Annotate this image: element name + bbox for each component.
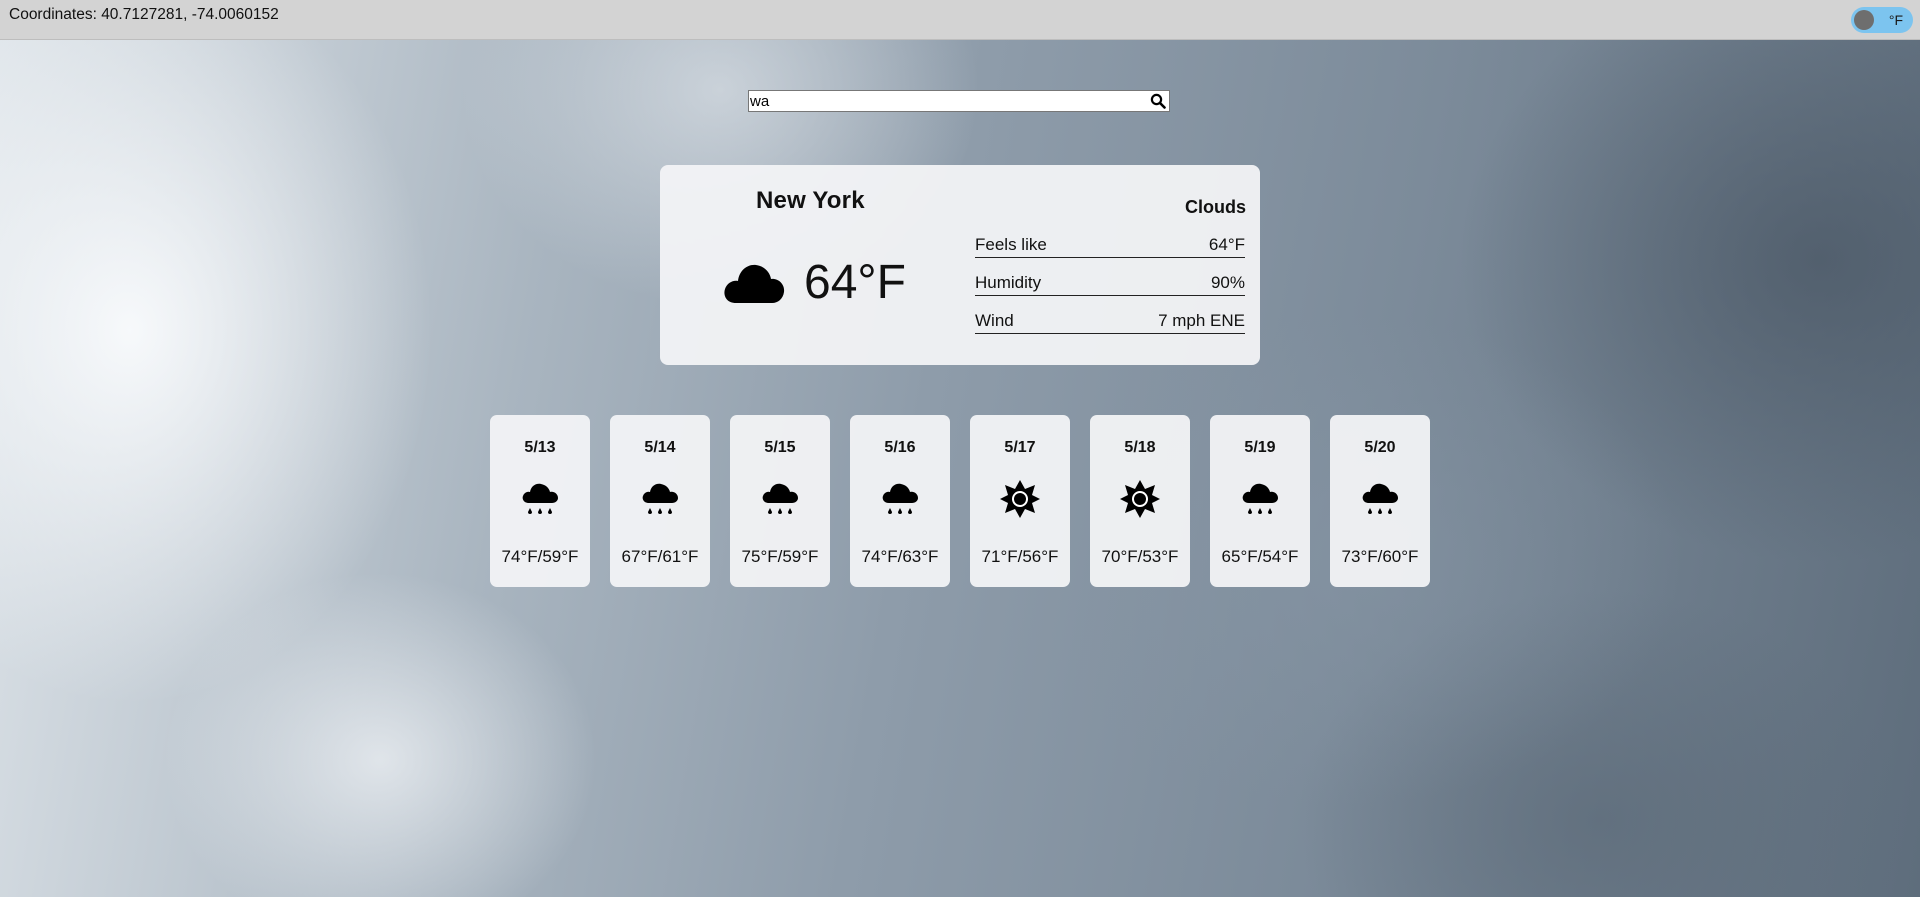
forecast-temps: 71°F/56°F — [981, 547, 1059, 566]
forecast-day-card: 5/20 73°F/60°F — [1330, 415, 1430, 587]
rain-icon — [642, 483, 678, 514]
forecast-day-card: 5/13 74°F/59°F — [490, 415, 590, 587]
forecast-date: 5/14 — [644, 439, 676, 456]
city-name: New York — [756, 187, 865, 214]
forecast-temps: 74°F/59°F — [501, 547, 579, 566]
unit-toggle[interactable]: °F — [1851, 7, 1913, 33]
rain-icon — [1362, 483, 1398, 514]
wind-value: 7 mph ENE — [1158, 311, 1245, 330]
search-bar — [748, 90, 1170, 112]
rain-icon — [882, 483, 918, 514]
wind-label: Wind — [975, 311, 1014, 330]
sun-icon — [1000, 480, 1040, 518]
sun-icon — [1120, 480, 1160, 518]
rain-icon — [762, 483, 798, 514]
forecast-date: 5/20 — [1364, 439, 1396, 456]
weather-condition: Clouds — [1185, 197, 1246, 217]
forecast-date: 5/16 — [884, 439, 916, 456]
unit-toggle-label: °F — [1888, 12, 1903, 28]
forecast-day-card: 5/15 75°F/59°F — [730, 415, 830, 587]
forecast-temps: 67°F/61°F — [621, 547, 699, 566]
feels-like-row: Feels like 64°F — [975, 233, 1245, 258]
forecast-day-card: 5/19 65°F/54°F — [1210, 415, 1310, 587]
unit-toggle-knob[interactable] — [1854, 10, 1874, 30]
forecast-date: 5/18 — [1124, 439, 1156, 456]
current-weather-card: New York 64°F Clouds Feels like 64°F Hum… — [660, 165, 1260, 365]
current-temperature: 64°F — [804, 256, 906, 309]
forecast-date: 5/15 — [764, 439, 796, 456]
search-input[interactable] — [749, 91, 1142, 111]
coordinates-text: Coordinates: 40.7127281, -74.0060152 — [9, 6, 279, 23]
forecast-day-card: 5/18 70°F/53°F — [1090, 415, 1190, 587]
feels-like-label: Feels like — [975, 235, 1047, 254]
search-icon[interactable] — [1150, 93, 1166, 109]
wind-row: Wind 7 mph ENE — [975, 309, 1245, 334]
top-bar: Coordinates: 40.7127281, -74.0060152 °F — [0, 0, 1920, 40]
forecast-date: 5/19 — [1244, 439, 1276, 456]
forecast-temps: 75°F/59°F — [741, 547, 819, 566]
forecast-date: 5/17 — [1004, 439, 1036, 456]
humidity-value: 90% — [1210, 273, 1245, 292]
humidity-label: Humidity — [975, 273, 1042, 292]
forecast-temps: 74°F/63°F — [861, 547, 939, 566]
forecast-temps: 70°F/53°F — [1101, 547, 1179, 566]
forecast-day-card: 5/16 74°F/63°F — [850, 415, 950, 587]
forecast-temps: 65°F/54°F — [1221, 547, 1299, 566]
forecast-date: 5/13 — [524, 439, 556, 456]
rain-icon — [1242, 483, 1278, 514]
cloud-icon — [724, 264, 785, 303]
humidity-row: Humidity 90% — [975, 271, 1245, 296]
forecast-temps: 73°F/60°F — [1341, 547, 1419, 566]
forecast-day-card: 5/14 67°F/61°F — [610, 415, 710, 587]
feels-like-value: 64°F — [1208, 235, 1245, 254]
forecast-day-card: 5/17 71°F/56°F — [970, 415, 1070, 587]
rain-icon — [522, 483, 558, 514]
